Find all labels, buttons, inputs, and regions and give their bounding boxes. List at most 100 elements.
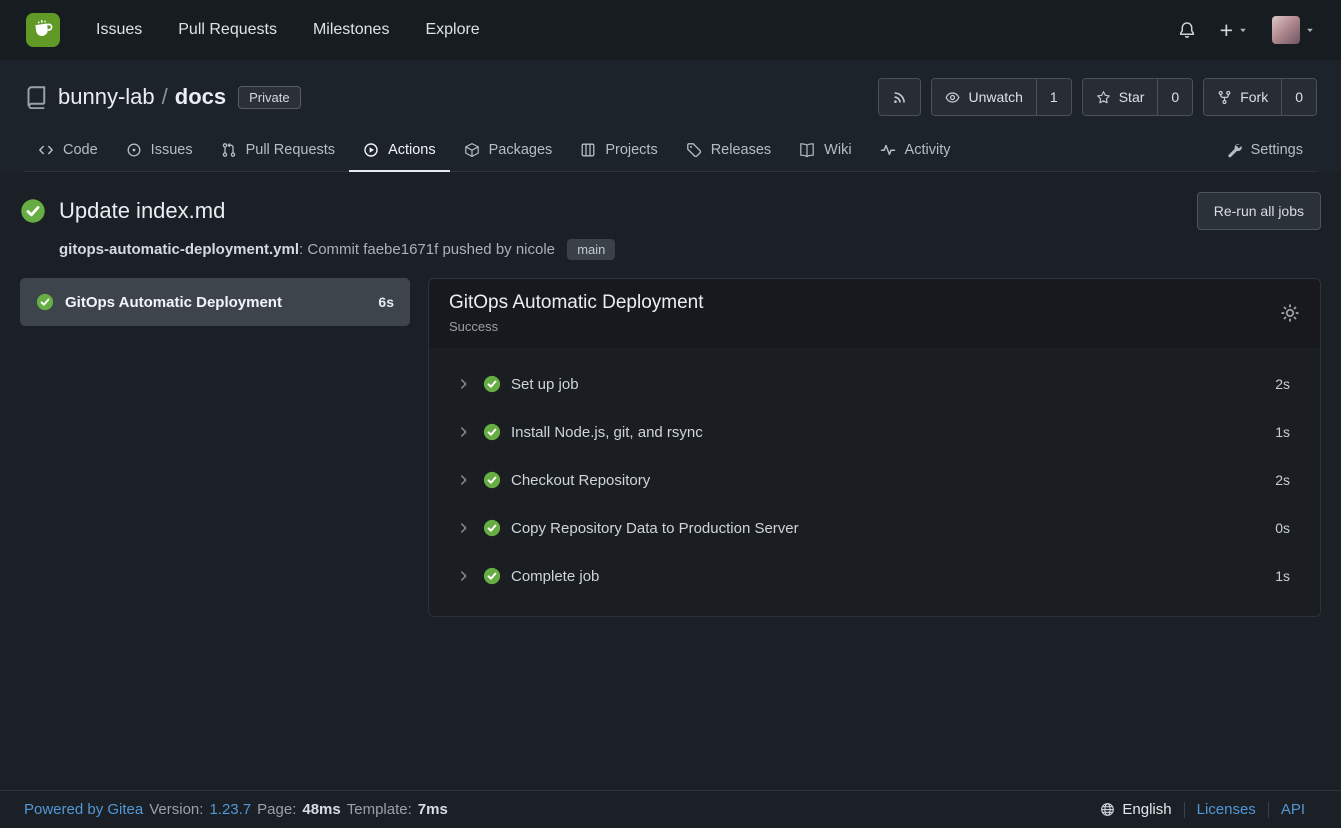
job-status-text: Success (449, 319, 704, 334)
watchers-count[interactable]: 1 (1036, 79, 1071, 115)
unwatch-button[interactable]: Unwatch (932, 79, 1035, 115)
gitea-logo[interactable] (26, 13, 60, 47)
top-navbar: Issues Pull Requests Milestones Explore … (0, 0, 1341, 60)
job-panel-title: GitOps Automatic Deployment (449, 292, 704, 314)
repo-separator: / (162, 84, 168, 110)
step-row[interactable]: Install Node.js, git, and rsync 1s (429, 408, 1320, 456)
repo-owner-link[interactable]: bunny-lab (58, 84, 155, 110)
tab-packages[interactable]: Packages (450, 130, 567, 172)
repo-action-buttons: Unwatch 1 Star 0 Fork 0 (878, 78, 1317, 116)
step-row[interactable]: Set up job 2s (429, 360, 1320, 408)
visibility-badge: Private (238, 86, 300, 109)
create-new-menu[interactable]: + (1220, 19, 1248, 42)
job-name: GitOps Automatic Deployment (65, 294, 282, 311)
tab-actions[interactable]: Actions (349, 130, 450, 172)
nav-item-issues[interactable]: Issues (96, 21, 142, 39)
user-menu[interactable] (1272, 16, 1315, 44)
step-row[interactable]: Copy Repository Data to Production Serve… (429, 504, 1320, 552)
rss-icon (892, 90, 907, 105)
tab-wiki[interactable]: Wiki (785, 130, 865, 172)
powered-by-link[interactable]: Powered by Gitea (24, 801, 143, 818)
step-name: Set up job (511, 376, 579, 393)
star-icon (1096, 90, 1111, 105)
branch-badge[interactable]: main (567, 239, 615, 260)
forks-count[interactable]: 0 (1281, 79, 1316, 115)
tab-label: Pull Requests (246, 142, 335, 158)
footer-right: English Licenses API (1088, 801, 1317, 818)
stars-count[interactable]: 0 (1157, 79, 1192, 115)
run-title: Update index.md (59, 198, 225, 224)
tab-projects[interactable]: Projects (566, 130, 671, 172)
step-name: Complete job (511, 568, 599, 585)
nav-item-pull-requests[interactable]: Pull Requests (178, 21, 277, 39)
version-link[interactable]: 1.23.7 (209, 801, 251, 818)
tab-label: Code (63, 142, 98, 158)
tab-issues[interactable]: Issues (112, 130, 207, 172)
gitea-logo-icon (26, 13, 60, 47)
tab-label: Issues (151, 142, 193, 158)
job-panel-titles: GitOps Automatic Deployment Success (449, 292, 704, 334)
repo-icon (24, 85, 48, 109)
star-button-group: Star 0 (1082, 78, 1193, 116)
tab-label: Projects (605, 142, 657, 158)
chevron-down-icon (1305, 25, 1315, 35)
avatar (1272, 16, 1300, 44)
star-label: Star (1119, 89, 1145, 105)
step-duration: 2s (1275, 472, 1290, 488)
nav-item-explore[interactable]: Explore (425, 21, 479, 39)
fork-button[interactable]: Fork (1204, 79, 1281, 115)
success-check-icon (483, 471, 501, 489)
job-duration: 6s (378, 294, 394, 310)
play-circle-icon (363, 142, 379, 158)
wrench-icon (1226, 142, 1242, 158)
tab-label: Activity (905, 142, 951, 158)
star-button[interactable]: Star (1083, 79, 1158, 115)
job-list-item-selected[interactable]: GitOps Automatic Deployment 6s (20, 278, 410, 326)
repo-header: bunny-lab / docs Private Unwatch 1 Star (0, 60, 1341, 172)
tab-pull-requests[interactable]: Pull Requests (207, 130, 349, 172)
job-steps: Set up job 2s Install Node.js, git, and … (429, 348, 1320, 616)
job-list: GitOps Automatic Deployment 6s (20, 278, 410, 326)
footer: Powered by Gitea Version: 1.23.7 Page: 4… (0, 790, 1341, 828)
success-check-icon (483, 519, 501, 537)
gear-icon[interactable] (1280, 303, 1300, 323)
success-check-icon (483, 375, 501, 393)
step-duration: 1s (1275, 424, 1290, 440)
rerun-all-jobs-button[interactable]: Re-run all jobs (1197, 192, 1321, 230)
globe-icon (1100, 802, 1115, 817)
tab-releases[interactable]: Releases (672, 130, 785, 172)
step-row[interactable]: Checkout Repository 2s (429, 456, 1320, 504)
pull-request-icon (221, 142, 237, 158)
success-check-icon (36, 293, 54, 311)
licenses-link[interactable]: Licenses (1185, 801, 1268, 818)
success-check-icon (483, 423, 501, 441)
tab-code[interactable]: Code (24, 130, 112, 172)
chevron-right-icon (457, 425, 471, 439)
repo-name-link[interactable]: docs (175, 84, 226, 110)
actions-run-page: Update index.md Re-run all jobs gitops-a… (0, 172, 1341, 790)
fork-button-group: Fork 0 (1203, 78, 1317, 116)
chevron-down-icon (1238, 25, 1248, 35)
rss-button[interactable] (879, 79, 920, 115)
job-panel-header: GitOps Automatic Deployment Success (429, 279, 1320, 348)
language-selector[interactable]: English (1088, 801, 1183, 818)
step-row[interactable]: Complete job 1s (429, 552, 1320, 600)
language-label: English (1122, 801, 1171, 818)
api-link[interactable]: API (1269, 801, 1317, 818)
tab-settings[interactable]: Settings (1212, 130, 1317, 172)
repo-title-row: bunny-lab / docs Private Unwatch 1 Star (24, 78, 1317, 116)
watch-button-group: Unwatch 1 (931, 78, 1071, 116)
tag-icon (686, 142, 702, 158)
tab-label: Actions (388, 142, 436, 158)
package-icon (464, 142, 480, 158)
run-body: GitOps Automatic Deployment 6s GitOps Au… (20, 278, 1321, 617)
notifications-button[interactable] (1178, 21, 1196, 39)
workflow-file-link[interactable]: gitops-automatic-deployment.yml (59, 241, 299, 258)
nav-item-milestones[interactable]: Milestones (313, 21, 389, 39)
page-time-label: Page: (257, 801, 296, 818)
code-icon (38, 142, 54, 158)
book-icon (799, 142, 815, 158)
tab-activity[interactable]: Activity (866, 130, 965, 172)
chevron-right-icon (457, 473, 471, 487)
page-time-value: 48ms (302, 801, 340, 818)
